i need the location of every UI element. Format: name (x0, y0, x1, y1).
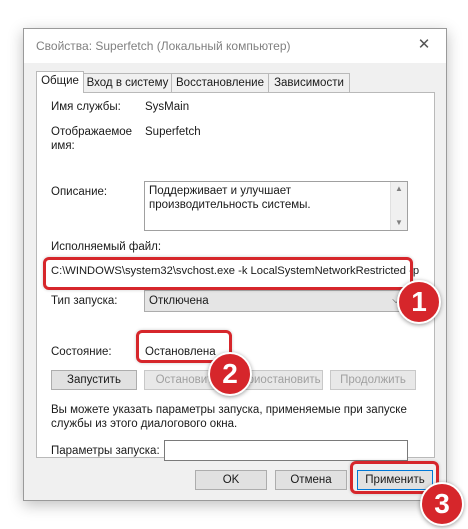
step-badge-2: 2 (208, 352, 252, 396)
start-params-input[interactable] (164, 440, 408, 461)
hint-text-line1: Вы можете указать параметры запуска, при… (51, 404, 407, 416)
title-bar: Свойства: Superfetch (Локальный компьюте… (24, 29, 446, 63)
resume-button[interactable]: Продолжить (330, 370, 416, 390)
window-title: Свойства: Superfetch (Локальный компьюте… (36, 39, 291, 53)
start-button[interactable]: Запустить (51, 370, 137, 390)
tab-logon[interactable]: Вход в систему (83, 73, 172, 92)
status-label: Состояние: (51, 346, 112, 358)
scroll-up-icon[interactable]: ▲ (391, 182, 407, 196)
service-name-label: Имя службы: (51, 101, 121, 113)
close-icon[interactable]: ✕ (414, 35, 434, 55)
startup-type-select[interactable]: Отключена ⌵ (144, 290, 408, 312)
hint-text-line2: службы из этого диалогового окна. (51, 418, 238, 430)
step-badge-1: 1 (397, 280, 441, 324)
display-name-label-line2: имя: (51, 140, 75, 152)
description-textbox[interactable]: Поддерживает и улучшает производительнос… (144, 181, 408, 231)
description-label: Описание: (51, 186, 108, 198)
step-badge-3: 3 (420, 482, 464, 526)
highlight-startup-type (43, 257, 413, 290)
ok-button[interactable]: OK (195, 470, 267, 490)
tab-general[interactable]: Общие (36, 71, 84, 93)
display-name-label-line1: Отображаемое (51, 126, 133, 138)
service-name-value: SysMain (145, 101, 190, 113)
startup-type-label: Тип запуска: (51, 295, 118, 307)
display-name-value: Superfetch (145, 126, 201, 138)
cancel-button[interactable]: Отмена (275, 470, 347, 490)
executable-label: Исполняемый файл: (51, 241, 162, 253)
tab-dependencies[interactable]: Зависимости (268, 73, 350, 92)
scroll-down-icon[interactable]: ▼ (391, 216, 407, 230)
startup-type-value: Отключена (149, 295, 209, 307)
start-params-label: Параметры запуска: (51, 445, 160, 457)
description-text: Поддерживает и улучшает производительнос… (149, 185, 311, 211)
description-scrollbar[interactable]: ▲ ▼ (390, 182, 407, 230)
tab-recovery[interactable]: Восстановление (171, 73, 269, 92)
